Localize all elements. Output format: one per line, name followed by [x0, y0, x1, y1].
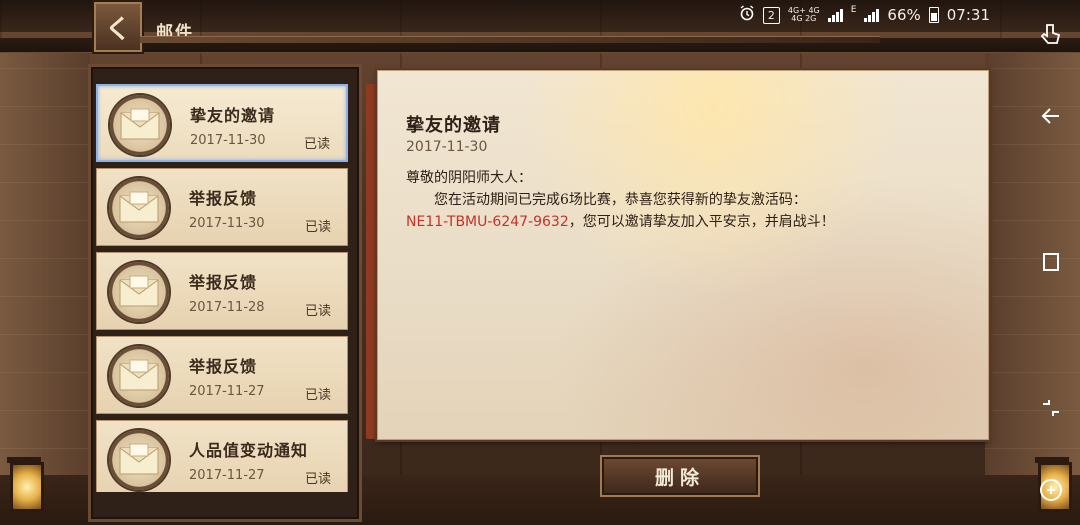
home-icon[interactable]	[1035, 392, 1067, 424]
android-nav-bar	[1022, 0, 1080, 525]
letter-title: 挚友的邀请	[406, 115, 501, 136]
mail-date: 2017-11-27	[189, 468, 265, 483]
delete-button[interactable]: 删除	[600, 455, 760, 497]
network-type: 4G+ 4G 4G 2G	[787, 6, 820, 23]
clock: 07:31	[946, 6, 990, 24]
mail-read-status: 已读	[303, 137, 330, 152]
letter-paragraph-continued: NE11-TBMU-6247-9632，您可以邀请挚友加入平安京，并肩战斗！	[406, 211, 906, 233]
mail-title: 举报反馈	[189, 273, 258, 292]
network-extra: E	[850, 5, 857, 15]
battery-percent: 66%	[887, 6, 921, 24]
signal-icon	[827, 8, 843, 22]
mail-title: 举报反馈	[189, 357, 258, 376]
envelope-icon	[109, 262, 169, 322]
mail-read-status: 已读	[304, 304, 331, 319]
mail-read-status: 已读	[304, 388, 331, 403]
letter-paragraph: 您在活动期间已完成6场比赛，恭喜您获得新的挚友激活码：	[434, 192, 807, 208]
envelope-icon	[109, 346, 169, 406]
wifi-signal-icon	[864, 8, 880, 22]
mail-date: 2017-11-28	[189, 300, 265, 315]
mail-title: 挚友的邀请	[190, 106, 276, 125]
touch-icon[interactable]	[1035, 18, 1067, 50]
mail-date: 2017-11-27	[189, 384, 265, 399]
mail-date: 2017-11-30	[189, 216, 265, 231]
back-button[interactable]: く	[92, 0, 144, 54]
status-icons: 2 4G+ 4G 4G 2G E 66% 07:31	[739, 5, 990, 25]
letter-date: 2017-11-30	[406, 139, 488, 155]
envelope-icon	[110, 95, 170, 155]
mail-title: 人品值变动通知	[189, 441, 309, 460]
back-icon[interactable]	[1035, 100, 1067, 132]
envelope-icon	[109, 430, 169, 490]
mail-item[interactable]: 人品值变动通知 2017-11-27 已读	[96, 420, 348, 492]
title-bar-strip	[140, 36, 880, 43]
alarm-icon	[739, 5, 755, 25]
letter-body: 尊敬的阴阳师大人： 您在活动期间已完成6场比赛，恭喜您获得新的挚友激活码： NE…	[406, 167, 906, 233]
mail-item[interactable]: 举报反馈 2017-11-27 已读	[96, 336, 348, 414]
sim-icon: 2	[762, 6, 780, 24]
left-shoji-screen	[0, 40, 90, 525]
mail-item-selected[interactable]: 挚友的邀请 2017-11-30 已读	[96, 84, 348, 162]
mail-list[interactable]: 挚友的邀请 2017-11-30 已读 举报反馈 2017-11-30 已读 举…	[96, 82, 350, 492]
mail-item[interactable]: 举报反馈 2017-11-28 已读	[96, 252, 348, 330]
letter-greeting: 尊敬的阴阳师大人：	[406, 170, 532, 186]
game-tools-icon[interactable]	[1035, 474, 1067, 506]
back-arrow-icon: く	[104, 14, 131, 45]
mail-title: 举报反馈	[189, 189, 258, 208]
battery-icon	[928, 7, 939, 23]
recent-apps-icon[interactable]	[1035, 246, 1067, 278]
letter-paragraph-end: ，您可以邀请挚友加入平安京，并肩战斗！	[568, 214, 835, 230]
activation-code[interactable]: NE11-TBMU-6247-9632	[406, 214, 569, 230]
mail-read-status: 已读	[304, 472, 331, 487]
mail-item[interactable]: 举报反馈 2017-11-30 已读	[96, 168, 348, 246]
mail-date: 2017-11-30	[190, 133, 266, 148]
mail-content-panel: 挚友的邀请 2017-11-30 尊敬的阴阳师大人： 您在活动期间已完成6场比赛…	[377, 70, 989, 440]
envelope-icon	[109, 178, 169, 238]
mail-read-status: 已读	[304, 220, 331, 235]
lantern-left	[7, 457, 44, 512]
